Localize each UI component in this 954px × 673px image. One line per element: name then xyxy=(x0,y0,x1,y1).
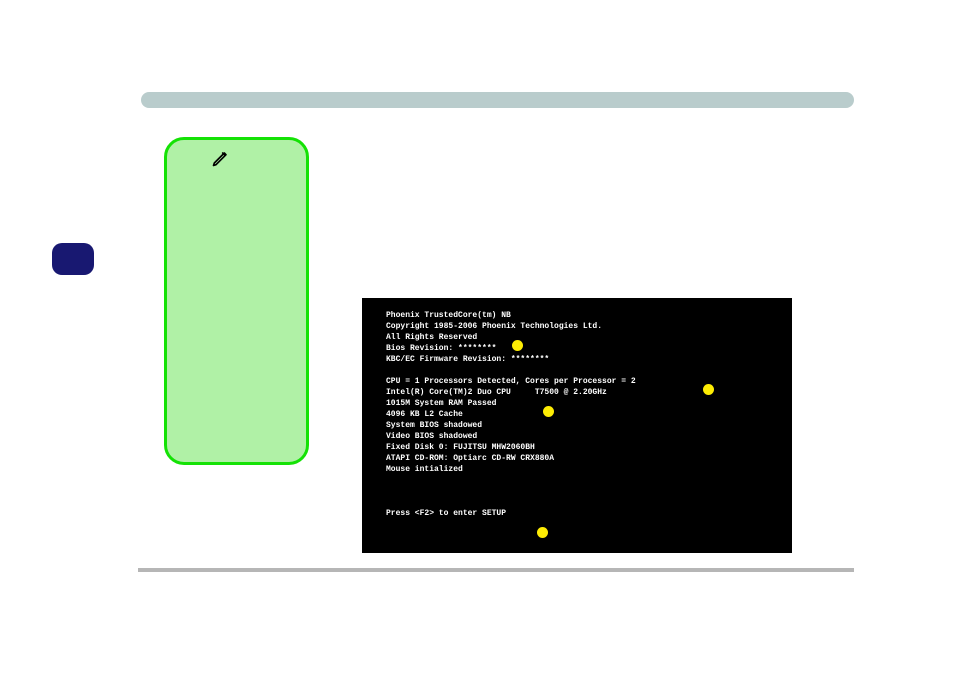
note-panel xyxy=(164,137,309,465)
callout-marker xyxy=(703,384,714,395)
bios-line: CPU = 1 Processors Detected, Cores per P… xyxy=(386,377,636,386)
bios-line: 4096 KB L2 Cache xyxy=(386,410,463,419)
bios-screen: Phoenix TrustedCore(tm) NB Copyright 198… xyxy=(362,298,792,553)
callout-marker xyxy=(537,527,548,538)
callout-marker xyxy=(512,340,523,351)
header-bar xyxy=(141,92,854,108)
bios-line: Video BIOS shadowed xyxy=(386,432,477,441)
bios-line: Fixed Disk 0: FUJITSU MHW2060BH xyxy=(386,443,535,452)
pencil-icon xyxy=(211,148,231,168)
bios-line: ATAPI CD-ROM: Optiarc CD-RW CRX880A xyxy=(386,454,554,463)
bios-line: System BIOS shadowed xyxy=(386,421,482,430)
section-tab xyxy=(52,243,94,275)
footer-rule xyxy=(138,568,854,572)
bios-line: Bios Revision: ******** xyxy=(386,344,496,353)
bios-line: All Rights Reserved xyxy=(386,333,477,342)
bios-text: Phoenix TrustedCore(tm) NB Copyright 198… xyxy=(386,310,772,519)
bios-line: KBC/EC Firmware Revision: ******** xyxy=(386,355,549,364)
bios-line: 1015M System RAM Passed xyxy=(386,399,496,408)
callout-marker xyxy=(543,406,554,417)
bios-line: Intel(R) Core(TM)2 Duo CPU T7500 @ 2.20G… xyxy=(386,388,607,397)
bios-line: Mouse intialized xyxy=(386,465,463,474)
bios-line: Copyright 1985-2006 Phoenix Technologies… xyxy=(386,322,602,331)
bios-line: Press <F2> to enter SETUP xyxy=(386,509,506,518)
bios-line: Phoenix TrustedCore(tm) NB xyxy=(386,311,511,320)
